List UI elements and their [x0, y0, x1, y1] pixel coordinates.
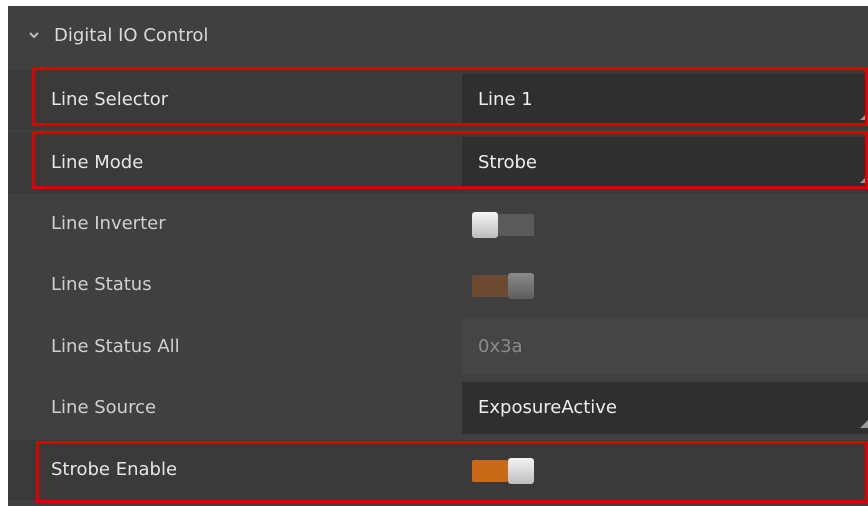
row-line-selector: Line Selector Line 1: [8, 70, 868, 130]
row-line-inverter: Line Inverter: [8, 194, 868, 254]
chevron-down-icon: [29, 32, 39, 39]
line-source-label: Line Source: [51, 397, 157, 418]
toggle-track: [496, 214, 534, 236]
line-status-all-field: 0x3a: [462, 319, 868, 375]
line-status-label: Line Status: [51, 274, 152, 295]
line-status-all-label: Line Status All: [51, 336, 180, 357]
line-inverter-toggle[interactable]: [470, 211, 536, 239]
line-selector-dropdown[interactable]: Line 1: [462, 74, 868, 126]
toggle-knob: [508, 273, 534, 299]
section-header-digital-io[interactable]: Digital IO Control: [8, 6, 868, 64]
row-line-mode: Line Mode Strobe: [8, 133, 868, 193]
line-mode-dropdown[interactable]: Strobe: [462, 137, 868, 189]
line-selector-label: Line Selector: [51, 89, 169, 110]
section-title: Digital IO Control: [54, 24, 209, 46]
toggle-knob: [508, 458, 534, 484]
row-line-status: Line Status: [8, 255, 868, 315]
line-selector-value: Line 1: [478, 89, 533, 110]
toggle-track: [472, 460, 508, 482]
line-source-dropdown[interactable]: ExposureActive: [462, 382, 868, 434]
dropdown-corner-icon: [860, 112, 868, 120]
line-source-value: ExposureActive: [478, 397, 618, 418]
properties-panel: Digital IO Control Line Selector Line 1 …: [8, 6, 868, 506]
dropdown-corner-icon: [860, 420, 868, 428]
row-line-source: Line Source ExposureActive: [8, 378, 868, 438]
toggle-knob: [472, 212, 498, 238]
toggle-track: [472, 275, 508, 297]
row-line-status-all: Line Status All 0x3a: [8, 317, 868, 377]
line-status-all-value: 0x3a: [478, 336, 523, 357]
line-status-toggle: [470, 272, 536, 300]
dropdown-corner-icon: [860, 175, 868, 183]
line-inverter-label: Line Inverter: [51, 213, 166, 234]
line-mode-value: Strobe: [478, 152, 538, 173]
strobe-enable-label: Strobe Enable: [51, 459, 178, 480]
row-strobe-enable: Strobe Enable: [8, 440, 868, 500]
strobe-enable-toggle[interactable]: [470, 457, 536, 485]
line-mode-label: Line Mode: [51, 152, 144, 173]
